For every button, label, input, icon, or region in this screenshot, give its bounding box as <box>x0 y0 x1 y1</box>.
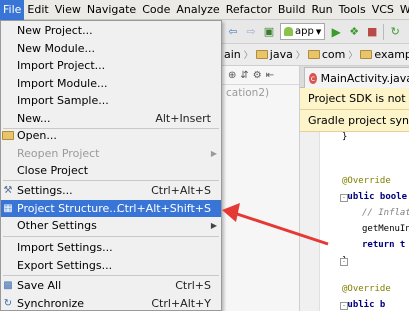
breadcrumb-item[interactable]: ain <box>222 48 243 61</box>
tab-label: MainActivity.java <box>320 71 409 85</box>
menu-code[interactable]: Code <box>139 0 173 20</box>
breadcrumb-separator: 〉 <box>348 51 358 61</box>
run-config-label: app <box>295 26 314 37</box>
menu-vcs[interactable]: VCS <box>369 0 397 20</box>
project-tree-text: cation2) <box>226 87 270 99</box>
code-editor[interactable]: } @Override public boole // Inflate getM… <box>300 132 409 311</box>
collapse-icon[interactable]: ⇵ <box>240 70 248 81</box>
code-line: // Inflate <box>362 208 409 218</box>
project-panel: ⊕ ⇵ ⚙ ⇤ cation2) <box>222 66 300 311</box>
breadcrumb-item[interactable]: java <box>254 48 295 61</box>
editor-tab-bar: c MainActivity.java <box>300 66 409 88</box>
menu-window[interactable]: W <box>397 0 409 20</box>
code-line: @Override <box>342 176 391 186</box>
folder-icon <box>307 50 320 59</box>
menu-separator <box>3 275 219 276</box>
breadcrumb-item[interactable]: example <box>358 48 409 61</box>
wrench-icon: ⚒ <box>3 185 13 197</box>
menu-item-new-module[interactable]: New Module... <box>1 40 221 58</box>
hide-icon[interactable]: ⇤ <box>266 70 274 81</box>
menu-item-export-settings[interactable]: Export Settings... <box>1 257 221 275</box>
folder-open-icon <box>2 130 14 142</box>
menu-tools[interactable]: Tools <box>336 0 369 20</box>
make-project-icon[interactable]: ▣ <box>262 25 276 39</box>
menu-refactor[interactable]: Refactor <box>223 0 275 20</box>
menu-edit[interactable]: Edit <box>24 0 51 20</box>
scroll-from-source-icon[interactable]: ⊕ <box>228 70 236 81</box>
shortcut-label: Ctrl+Alt+Shift+S <box>116 201 211 215</box>
folder-icon <box>255 50 268 59</box>
shortcut-label: Ctrl+Alt+Y <box>151 296 211 310</box>
menu-navigate[interactable]: Navigate <box>84 0 139 20</box>
fold-icon[interactable]: - <box>340 302 348 310</box>
menu-item-import-settings[interactable]: Import Settings... <box>1 239 221 257</box>
menu-item-reopen-project[interactable]: Reopen Project ▶ <box>1 145 221 163</box>
shortcut-label: Ctrl+Alt+S <box>151 184 211 198</box>
menu-item-project-structure[interactable]: ▦ Project Structure... Ctrl+Alt+Shift+S <box>1 199 221 217</box>
submenu-arrow-icon: ▶ <box>210 221 217 231</box>
fold-icon[interactable]: - <box>340 258 348 266</box>
sync-icon[interactable]: ↻ <box>388 25 402 39</box>
breadcrumb-separator: 〉 <box>243 51 253 61</box>
code-line: getMenuInf <box>362 224 409 234</box>
android-icon <box>284 27 293 36</box>
file-menu-dropdown: New Project... New Module... Import Proj… <box>0 20 222 311</box>
project-panel-toolbar: ⊕ ⇵ ⚙ ⇤ <box>222 66 299 85</box>
menu-separator <box>3 236 219 237</box>
menu-item-new-project[interactable]: New Project... <box>1 22 221 40</box>
main-toolbar: ⇦ ⇨ ▣ app ▼ ▶ ❖ ■ ↻ <box>222 20 409 44</box>
folder-icon <box>360 50 373 59</box>
gear-icon[interactable]: ⚙ <box>253 70 262 81</box>
sdk-notice[interactable]: Project SDK is not de <box>300 88 409 110</box>
chevron-down-icon: ▼ <box>315 27 322 36</box>
menu-item-save-all[interactable]: ▩ Save All Ctrl+S <box>1 277 221 295</box>
code-line: return t <box>362 240 406 250</box>
menu-view[interactable]: View <box>52 0 84 20</box>
editor-gutter <box>300 132 320 311</box>
menu-item-import-module[interactable]: Import Module... <box>1 75 221 93</box>
shortcut-label: Ctrl+S <box>175 279 211 293</box>
run-config-select[interactable]: app ▼ <box>280 23 326 40</box>
breadcrumb: ain 〉 java 〉 com 〉 example <box>222 44 409 66</box>
menu-file[interactable]: File <box>0 0 25 20</box>
fold-icon[interactable]: - <box>340 194 348 202</box>
tab-mainactivity[interactable]: c MainActivity.java <box>304 67 409 88</box>
menu-build[interactable]: Build <box>275 0 309 20</box>
menu-item-open[interactable]: Open... <box>1 127 221 145</box>
submenu-arrow-icon: ▶ <box>210 148 217 158</box>
run-icon[interactable]: ▶ <box>329 25 343 39</box>
breadcrumb-separator: 〉 <box>295 51 305 61</box>
breadcrumb-item[interactable]: com <box>306 48 348 61</box>
code-line: public b <box>342 300 386 310</box>
code-line: public boole <box>342 192 408 202</box>
code-line: } <box>342 132 348 142</box>
shortcut-label: Alt+Insert <box>155 111 211 125</box>
menu-item-import-project[interactable]: Import Project... <box>1 57 221 75</box>
menu-separator <box>3 180 219 181</box>
forward-icon[interactable]: ⇨ <box>244 25 258 39</box>
menu-item-new[interactable]: New... Alt+Insert <box>1 110 221 128</box>
menu-analyze[interactable]: Analyze <box>173 0 222 20</box>
debug-icon[interactable]: ❖ <box>347 25 361 39</box>
stop-icon[interactable]: ■ <box>365 25 379 39</box>
menu-item-import-sample[interactable]: Import Sample... <box>1 92 221 110</box>
class-icon: c <box>309 72 317 84</box>
menu-bar: File Edit View Navigate Code Analyze Ref… <box>0 0 409 20</box>
toolbar-separator <box>383 23 385 40</box>
gradle-notice[interactable]: Gradle project sync f <box>300 110 409 132</box>
menu-item-settings[interactable]: ⚒ Settings... Ctrl+Alt+S <box>1 182 221 200</box>
menu-item-synchronize[interactable]: ↻ Synchronize Ctrl+Alt+Y <box>1 295 221 311</box>
sync-icon: ↻ <box>3 297 13 309</box>
back-icon[interactable]: ⇦ <box>226 25 240 39</box>
project-structure-icon: ▦ <box>3 202 13 214</box>
menu-run[interactable]: Run <box>309 0 336 20</box>
save-icon: ▩ <box>3 280 13 292</box>
menu-item-other-settings[interactable]: Other Settings ▶ <box>1 217 221 235</box>
code-line: @Override <box>342 284 391 294</box>
menu-item-close-project[interactable]: Close Project <box>1 162 221 180</box>
